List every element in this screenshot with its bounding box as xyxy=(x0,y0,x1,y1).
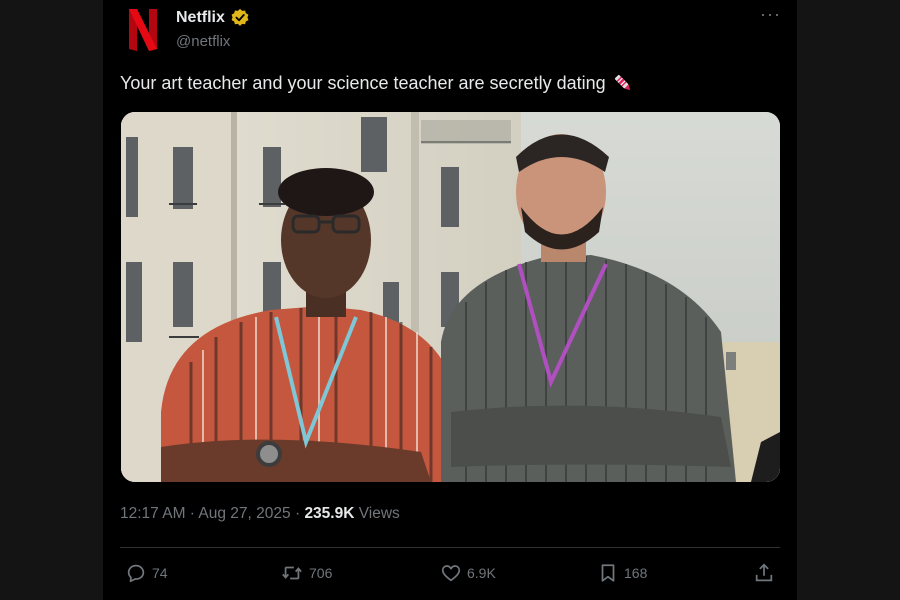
right-backdrop xyxy=(797,0,900,600)
tweet-card: Netflix @netflix ··· Your art teacher an… xyxy=(103,0,797,600)
heart-icon xyxy=(441,565,461,582)
reply-button[interactable]: 74 xyxy=(125,562,168,584)
divider xyxy=(120,547,780,548)
like-button[interactable]: 6.9K xyxy=(440,562,496,584)
photo-scene xyxy=(121,112,780,482)
like-count: 6.9K xyxy=(467,565,496,581)
left-backdrop xyxy=(0,0,103,600)
tweet-body: Your art teacher and your science teache… xyxy=(120,72,606,93)
tweet-media-photo[interactable] xyxy=(121,112,780,482)
netflix-avatar[interactable] xyxy=(127,7,159,53)
bookmark-icon xyxy=(601,564,615,582)
author-name-row[interactable]: Netflix xyxy=(176,8,250,28)
author-name[interactable]: Netflix xyxy=(176,9,225,27)
repost-count: 706 xyxy=(309,565,333,581)
tweet-text: Your art teacher and your science teache… xyxy=(120,72,634,94)
meta-separator: · xyxy=(290,505,305,522)
meta-separator: · xyxy=(185,505,199,522)
author-handle[interactable]: @netflix xyxy=(176,33,230,50)
tweet-date[interactable]: Aug 27, 2025 xyxy=(198,505,290,522)
tweet-meta: 12:17 AM · Aug 27, 2025 · 235.9K Views xyxy=(120,505,400,523)
repost-icon xyxy=(282,566,302,580)
repost-button[interactable]: 706 xyxy=(280,562,332,584)
reply-count: 74 xyxy=(152,565,168,581)
action-bar: 74 706 6.9K 168 xyxy=(125,562,775,590)
more-options-button[interactable]: ··· xyxy=(760,4,781,25)
reply-icon xyxy=(127,564,145,583)
crayon-icon xyxy=(614,74,630,91)
share-icon xyxy=(755,563,773,582)
verified-badge-icon xyxy=(231,8,249,26)
bookmark-count: 168 xyxy=(624,565,648,581)
bookmark-button[interactable]: 168 xyxy=(597,562,647,584)
tweet-time[interactable]: 12:17 AM xyxy=(120,505,186,522)
share-button[interactable] xyxy=(753,562,775,584)
views-count: 235.9K xyxy=(304,505,355,522)
views-label: Views xyxy=(354,505,400,522)
